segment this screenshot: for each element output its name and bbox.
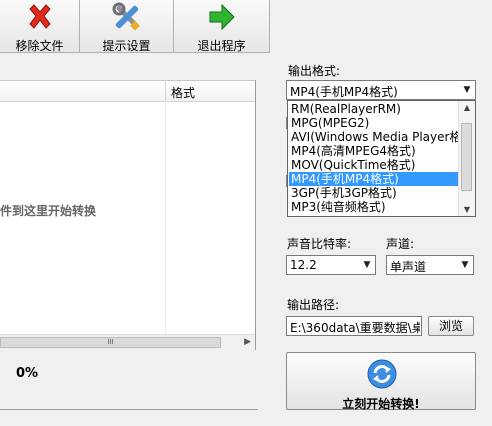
channel-value: 单声道 [390,260,427,274]
chevron-down-icon[interactable]: ▼ [457,256,473,274]
exit-program-button[interactable]: 退出程序 [174,0,270,53]
output-path-label: 输出路径: [287,298,340,312]
scroll-thumb[interactable] [461,123,472,191]
remove-file-label: 移除文件 [15,39,64,53]
format-option[interactable]: MP4(高清MPEG4格式) [289,144,460,158]
horizontal-scrollbar[interactable]: III ▶ [0,334,255,351]
format-dropdown-list[interactable]: RM(RealPlayerRM) MPG(MPEG2) AVI(Windows … [287,100,476,217]
format-option[interactable]: AVI(Windows Media Player格式) [289,130,460,144]
output-format-label: 输出格式: [288,64,341,78]
format-option[interactable]: MP3(纯音频格式) [289,200,460,214]
format-option[interactable]: MOV(QuickTime格式) [289,158,460,172]
output-format-select[interactable]: MP4(手机MP4格式) ▼ [286,80,476,100]
toolbar: 移除文件 提示设置 退出程序 [0,0,270,54]
scroll-thumb[interactable]: III [0,337,221,348]
start-convert-button[interactable]: 立刻开始转换! [286,352,476,411]
bitrate-value: 12.2 [290,258,317,272]
file-list[interactable]: 格式 件到这里开始转换 III ▶ [0,80,256,351]
browse-button[interactable]: 浏览 [428,316,474,336]
prompt-settings-button[interactable]: 提示设置 [80,0,174,53]
column-separator [165,81,166,101]
arrow-right-icon [209,3,235,31]
bitrate-select[interactable]: 12.2 ▼ [286,255,376,275]
output-path-field[interactable]: E:\360data\重要数据\桌 [286,316,422,336]
exit-program-label: 退出程序 [197,39,246,53]
format-option[interactable]: RM(RealPlayerRM) [289,102,460,116]
progress-text: 0% [16,366,39,381]
remove-file-button[interactable]: 移除文件 [0,0,80,53]
chevron-down-icon[interactable]: ▼ [359,256,375,274]
scroll-right-icon[interactable]: ▶ [244,337,251,347]
scroll-down-icon[interactable]: ▼ [459,205,475,214]
format-option[interactable]: MPG(MPEG2) [289,116,460,130]
format-option-selected[interactable]: MP4(手机MP4格式) [289,172,460,186]
refresh-icon [367,359,397,389]
divider [0,409,258,410]
format-option[interactable]: 3GP(手机3GP格式) [289,186,460,200]
channel-label: 声道: [386,237,415,251]
tools-icon [112,2,140,31]
bitrate-label: 声音比特率: [287,237,352,251]
prompt-settings-label: 提示设置 [102,39,151,53]
grid-line [165,101,166,336]
chevron-down-icon[interactable]: ▼ [459,81,475,99]
output-path-value: E:\360data\重要数据\桌 [290,321,420,335]
delete-x-icon [28,4,51,29]
channel-select[interactable]: 单声道 ▼ [386,255,474,275]
output-format-value: MP4(手机MP4格式) [290,85,398,99]
scroll-up-icon[interactable]: ▲ [459,103,475,112]
list-header: 格式 [0,81,255,102]
drop-hint: 件到这里开始转换 [0,204,97,218]
start-convert-label: 立刻开始转换! [342,397,420,411]
column-format[interactable]: 格式 [171,84,195,101]
vertical-scrollbar[interactable]: ▲ ▼ [458,101,475,216]
